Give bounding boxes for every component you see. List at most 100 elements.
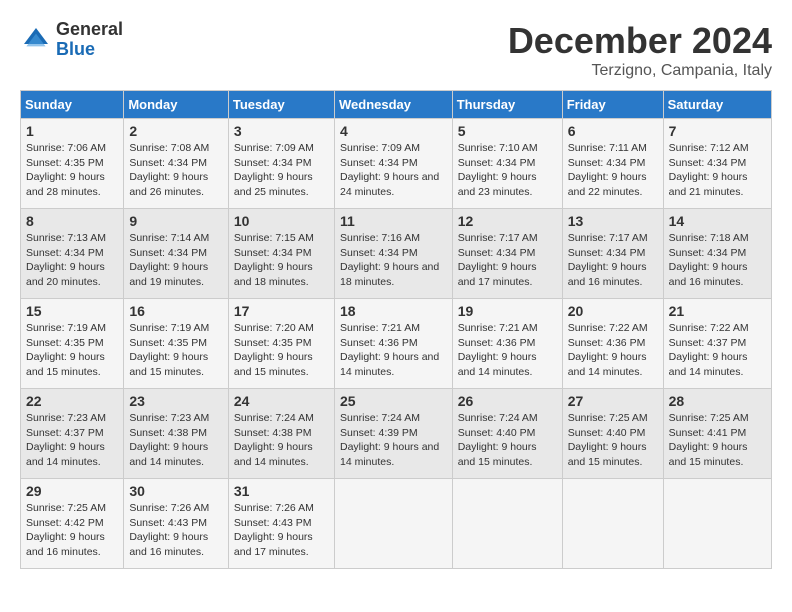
- calendar-cell: 10 Sunrise: 7:15 AM Sunset: 4:34 PM Dayl…: [228, 209, 334, 299]
- calendar-cell: 6 Sunrise: 7:11 AM Sunset: 4:34 PM Dayli…: [562, 119, 663, 209]
- calendar-cell: 4 Sunrise: 7:09 AM Sunset: 4:34 PM Dayli…: [334, 119, 452, 209]
- day-number: 16: [129, 303, 223, 319]
- calendar-cell: 15 Sunrise: 7:19 AM Sunset: 4:35 PM Dayl…: [21, 299, 124, 389]
- weekday-header-tuesday: Tuesday: [228, 91, 334, 119]
- day-info: Sunrise: 7:26 AM Sunset: 4:43 PM Dayligh…: [234, 501, 329, 560]
- calendar-cell: 5 Sunrise: 7:10 AM Sunset: 4:34 PM Dayli…: [452, 119, 562, 209]
- logo: GeneralBlue: [20, 20, 123, 60]
- calendar-cell: 11 Sunrise: 7:16 AM Sunset: 4:34 PM Dayl…: [334, 209, 452, 299]
- day-number: 3: [234, 123, 329, 139]
- day-number: 15: [26, 303, 118, 319]
- calendar-cell: 22 Sunrise: 7:23 AM Sunset: 4:37 PM Dayl…: [21, 389, 124, 479]
- weekday-header-friday: Friday: [562, 91, 663, 119]
- calendar-cell: [562, 479, 663, 569]
- page-header: GeneralBlue December 2024 Terzigno, Camp…: [20, 20, 772, 80]
- day-number: 7: [669, 123, 766, 139]
- calendar-cell: 27 Sunrise: 7:25 AM Sunset: 4:40 PM Dayl…: [562, 389, 663, 479]
- day-info: Sunrise: 7:08 AM Sunset: 4:34 PM Dayligh…: [129, 141, 223, 200]
- day-number: 1: [26, 123, 118, 139]
- day-number: 31: [234, 483, 329, 499]
- calendar-cell: 12 Sunrise: 7:17 AM Sunset: 4:34 PM Dayl…: [452, 209, 562, 299]
- day-number: 4: [340, 123, 447, 139]
- day-info: Sunrise: 7:19 AM Sunset: 4:35 PM Dayligh…: [129, 321, 223, 380]
- day-number: 24: [234, 393, 329, 409]
- day-number: 26: [458, 393, 557, 409]
- day-number: 8: [26, 213, 118, 229]
- day-number: 22: [26, 393, 118, 409]
- calendar-cell: 23 Sunrise: 7:23 AM Sunset: 4:38 PM Dayl…: [124, 389, 229, 479]
- day-info: Sunrise: 7:24 AM Sunset: 4:40 PM Dayligh…: [458, 411, 557, 470]
- calendar-cell: 21 Sunrise: 7:22 AM Sunset: 4:37 PM Dayl…: [663, 299, 771, 389]
- day-info: Sunrise: 7:09 AM Sunset: 4:34 PM Dayligh…: [340, 141, 447, 200]
- calendar-week-row: 29 Sunrise: 7:25 AM Sunset: 4:42 PM Dayl…: [21, 479, 772, 569]
- logo-text: GeneralBlue: [56, 20, 123, 60]
- day-number: 18: [340, 303, 447, 319]
- calendar-cell: 7 Sunrise: 7:12 AM Sunset: 4:34 PM Dayli…: [663, 119, 771, 209]
- calendar-cell: 24 Sunrise: 7:24 AM Sunset: 4:38 PM Dayl…: [228, 389, 334, 479]
- day-number: 10: [234, 213, 329, 229]
- calendar-week-row: 1 Sunrise: 7:06 AM Sunset: 4:35 PM Dayli…: [21, 119, 772, 209]
- day-info: Sunrise: 7:25 AM Sunset: 4:40 PM Dayligh…: [568, 411, 658, 470]
- day-info: Sunrise: 7:22 AM Sunset: 4:36 PM Dayligh…: [568, 321, 658, 380]
- calendar-cell: 16 Sunrise: 7:19 AM Sunset: 4:35 PM Dayl…: [124, 299, 229, 389]
- day-number: 28: [669, 393, 766, 409]
- day-info: Sunrise: 7:25 AM Sunset: 4:42 PM Dayligh…: [26, 501, 118, 560]
- calendar-cell: 13 Sunrise: 7:17 AM Sunset: 4:34 PM Dayl…: [562, 209, 663, 299]
- day-info: Sunrise: 7:17 AM Sunset: 4:34 PM Dayligh…: [458, 231, 557, 290]
- day-info: Sunrise: 7:23 AM Sunset: 4:38 PM Dayligh…: [129, 411, 223, 470]
- weekday-header-sunday: Sunday: [21, 91, 124, 119]
- calendar-cell: 1 Sunrise: 7:06 AM Sunset: 4:35 PM Dayli…: [21, 119, 124, 209]
- day-info: Sunrise: 7:22 AM Sunset: 4:37 PM Dayligh…: [669, 321, 766, 380]
- day-info: Sunrise: 7:19 AM Sunset: 4:35 PM Dayligh…: [26, 321, 118, 380]
- weekday-header-thursday: Thursday: [452, 91, 562, 119]
- calendar-cell: 17 Sunrise: 7:20 AM Sunset: 4:35 PM Dayl…: [228, 299, 334, 389]
- title-area: December 2024 Terzigno, Campania, Italy: [508, 20, 772, 80]
- day-info: Sunrise: 7:25 AM Sunset: 4:41 PM Dayligh…: [669, 411, 766, 470]
- day-number: 5: [458, 123, 557, 139]
- day-info: Sunrise: 7:16 AM Sunset: 4:34 PM Dayligh…: [340, 231, 447, 290]
- day-info: Sunrise: 7:13 AM Sunset: 4:34 PM Dayligh…: [26, 231, 118, 290]
- calendar-week-row: 15 Sunrise: 7:19 AM Sunset: 4:35 PM Dayl…: [21, 299, 772, 389]
- calendar-week-row: 8 Sunrise: 7:13 AM Sunset: 4:34 PM Dayli…: [21, 209, 772, 299]
- day-info: Sunrise: 7:14 AM Sunset: 4:34 PM Dayligh…: [129, 231, 223, 290]
- logo-icon: [20, 24, 52, 56]
- day-number: 19: [458, 303, 557, 319]
- calendar-cell: 2 Sunrise: 7:08 AM Sunset: 4:34 PM Dayli…: [124, 119, 229, 209]
- calendar-cell: 8 Sunrise: 7:13 AM Sunset: 4:34 PM Dayli…: [21, 209, 124, 299]
- calendar-cell: 19 Sunrise: 7:21 AM Sunset: 4:36 PM Dayl…: [452, 299, 562, 389]
- calendar-cell: [334, 479, 452, 569]
- calendar-cell: 25 Sunrise: 7:24 AM Sunset: 4:39 PM Dayl…: [334, 389, 452, 479]
- day-number: 6: [568, 123, 658, 139]
- calendar-cell: 18 Sunrise: 7:21 AM Sunset: 4:36 PM Dayl…: [334, 299, 452, 389]
- day-info: Sunrise: 7:20 AM Sunset: 4:35 PM Dayligh…: [234, 321, 329, 380]
- day-number: 17: [234, 303, 329, 319]
- day-number: 23: [129, 393, 223, 409]
- day-number: 21: [669, 303, 766, 319]
- day-number: 13: [568, 213, 658, 229]
- day-number: 9: [129, 213, 223, 229]
- day-info: Sunrise: 7:24 AM Sunset: 4:38 PM Dayligh…: [234, 411, 329, 470]
- day-number: 14: [669, 213, 766, 229]
- calendar-week-row: 22 Sunrise: 7:23 AM Sunset: 4:37 PM Dayl…: [21, 389, 772, 479]
- weekday-header-saturday: Saturday: [663, 91, 771, 119]
- day-info: Sunrise: 7:21 AM Sunset: 4:36 PM Dayligh…: [458, 321, 557, 380]
- day-info: Sunrise: 7:10 AM Sunset: 4:34 PM Dayligh…: [458, 141, 557, 200]
- calendar-cell: [663, 479, 771, 569]
- day-number: 25: [340, 393, 447, 409]
- day-info: Sunrise: 7:12 AM Sunset: 4:34 PM Dayligh…: [669, 141, 766, 200]
- calendar-cell: 28 Sunrise: 7:25 AM Sunset: 4:41 PM Dayl…: [663, 389, 771, 479]
- day-info: Sunrise: 7:26 AM Sunset: 4:43 PM Dayligh…: [129, 501, 223, 560]
- calendar-cell: [452, 479, 562, 569]
- month-title: December 2024: [508, 20, 772, 62]
- weekday-header-row: SundayMondayTuesdayWednesdayThursdayFrid…: [21, 91, 772, 119]
- calendar-cell: 26 Sunrise: 7:24 AM Sunset: 4:40 PM Dayl…: [452, 389, 562, 479]
- calendar-cell: 30 Sunrise: 7:26 AM Sunset: 4:43 PM Dayl…: [124, 479, 229, 569]
- calendar-cell: 20 Sunrise: 7:22 AM Sunset: 4:36 PM Dayl…: [562, 299, 663, 389]
- day-info: Sunrise: 7:06 AM Sunset: 4:35 PM Dayligh…: [26, 141, 118, 200]
- weekday-header-wednesday: Wednesday: [334, 91, 452, 119]
- day-number: 2: [129, 123, 223, 139]
- day-info: Sunrise: 7:09 AM Sunset: 4:34 PM Dayligh…: [234, 141, 329, 200]
- day-info: Sunrise: 7:24 AM Sunset: 4:39 PM Dayligh…: [340, 411, 447, 470]
- day-number: 29: [26, 483, 118, 499]
- location-title: Terzigno, Campania, Italy: [508, 62, 772, 80]
